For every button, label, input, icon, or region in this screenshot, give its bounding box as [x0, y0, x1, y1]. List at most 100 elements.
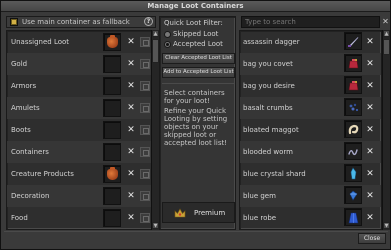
- container-slot[interactable]: [103, 143, 121, 161]
- item-name: basalt crumbs: [243, 104, 293, 112]
- open-container-icon[interactable]: [140, 103, 150, 113]
- loot-item-row[interactable]: basalt crumbs ✕: [240, 97, 381, 119]
- loot-item-row[interactable]: assassin dagger ✕: [240, 31, 381, 53]
- skipped-loot-label[interactable]: Skipped Loot: [173, 30, 218, 38]
- category-name: Amulets: [11, 104, 40, 112]
- category-name: Boots: [11, 126, 31, 134]
- accepted-loot-radio[interactable]: [164, 41, 171, 48]
- clear-list-button[interactable]: Clear Accepted Loot List: [162, 53, 235, 64]
- container-slot[interactable]: [103, 55, 121, 73]
- item-slot: [344, 142, 362, 160]
- item-slot: [344, 120, 362, 138]
- close-button[interactable]: Close: [358, 233, 386, 244]
- bag-icon: [107, 35, 118, 48]
- scrollbar-thumb[interactable]: [152, 39, 159, 63]
- remove-container-icon[interactable]: ✕: [126, 169, 136, 179]
- loot-item-row[interactable]: blooded worm ✕: [240, 141, 381, 163]
- item-slot: [344, 32, 362, 50]
- scroll-up-icon[interactable]: ▲: [152, 30, 159, 37]
- remove-item-icon[interactable]: ✕: [365, 103, 375, 113]
- maggot-icon: [348, 124, 359, 135]
- loot-item-row[interactable]: bag you covet ✕: [240, 53, 381, 75]
- container-slot[interactable]: [103, 77, 121, 95]
- remove-container-icon[interactable]: ✕: [126, 59, 136, 69]
- add-to-list-button[interactable]: Add to Accepted Loot List: [162, 67, 235, 78]
- remove-container-icon[interactable]: ✕: [126, 213, 136, 223]
- crumbs-icon: [349, 103, 359, 112]
- fallback-label: Use main container as fallback: [22, 18, 130, 26]
- open-container-icon[interactable]: [140, 191, 150, 201]
- category-row[interactable]: Creature Products ✕: [7, 163, 158, 185]
- loot-item-row[interactable]: blue gem ✕: [240, 185, 381, 207]
- scroll-down-icon[interactable]: ▼: [152, 222, 159, 229]
- open-container-icon[interactable]: [140, 213, 150, 223]
- container-slot[interactable]: [103, 209, 121, 227]
- worm-icon: [348, 149, 358, 156]
- bag-icon: [348, 59, 359, 69]
- remove-item-icon[interactable]: ✕: [365, 147, 375, 157]
- category-row[interactable]: Amulets ✕: [7, 97, 158, 119]
- item-list: assassin dagger ✕ bag you covet ✕ bag you de…: [239, 30, 382, 230]
- search-input[interactable]: [241, 16, 380, 28]
- item-scrollbar[interactable]: ▲ ▼: [382, 30, 390, 230]
- skipped-loot-radio[interactable]: [164, 31, 171, 38]
- container-slot[interactable]: [103, 187, 121, 205]
- clear-search-icon[interactable]: ✕: [381, 17, 390, 27]
- premium-crown-icon: [174, 208, 186, 218]
- loot-item-row[interactable]: blue robe ✕: [240, 207, 381, 229]
- item-name: blue gem: [243, 192, 276, 200]
- item-slot: [344, 208, 362, 226]
- remove-container-icon[interactable]: ✕: [126, 103, 136, 113]
- scroll-up-icon[interactable]: ▲: [383, 30, 390, 37]
- remove-item-icon[interactable]: ✕: [365, 59, 375, 69]
- gem-icon: [349, 190, 358, 201]
- category-name: Gold: [11, 60, 28, 68]
- category-row[interactable]: Food ✕: [7, 207, 158, 229]
- robe-icon: [348, 212, 359, 224]
- container-slot[interactable]: [103, 165, 121, 183]
- open-container-icon[interactable]: [140, 37, 150, 47]
- remove-container-icon[interactable]: ✕: [126, 191, 136, 201]
- item-slot: [344, 98, 362, 116]
- scroll-down-icon[interactable]: ▼: [383, 222, 390, 229]
- open-container-icon[interactable]: [140, 169, 150, 179]
- fallback-option[interactable]: Use main container as fallback: [6, 16, 156, 28]
- remove-container-icon[interactable]: ✕: [126, 81, 136, 91]
- remove-container-icon[interactable]: ✕: [126, 147, 136, 157]
- item-name: blooded worm: [243, 148, 293, 156]
- remove-item-icon[interactable]: ✕: [365, 191, 375, 201]
- container-slot[interactable]: [103, 99, 121, 117]
- fallback-checkbox[interactable]: [10, 18, 18, 26]
- item-slot: [344, 54, 362, 72]
- remove-item-icon[interactable]: ✕: [365, 169, 375, 179]
- open-container-icon[interactable]: [140, 147, 150, 157]
- loot-item-row[interactable]: bag you desire ✕: [240, 75, 381, 97]
- category-row[interactable]: Boots ✕: [7, 119, 158, 141]
- scrollbar-thumb[interactable]: [383, 39, 390, 55]
- remove-item-icon[interactable]: ✕: [365, 213, 375, 223]
- select-hint-text: Select containers for your loot!: [164, 89, 225, 105]
- loot-item-row[interactable]: bloated maggot ✕: [240, 119, 381, 141]
- category-row[interactable]: Gold ✕: [7, 53, 158, 75]
- category-scrollbar[interactable]: ▲ ▼: [151, 30, 159, 230]
- remove-item-icon[interactable]: ✕: [365, 37, 375, 47]
- accepted-loot-label[interactable]: Accepted Loot: [173, 40, 223, 48]
- footer-divider: [4, 231, 388, 232]
- window-title: Manage Loot Containers: [1, 1, 390, 12]
- open-container-icon[interactable]: [140, 59, 150, 69]
- open-container-icon[interactable]: [140, 81, 150, 91]
- info-icon[interactable]: ?: [144, 17, 153, 26]
- container-slot[interactable]: [103, 121, 121, 139]
- category-row[interactable]: Containers ✕: [7, 141, 158, 163]
- category-row[interactable]: Decoration ✕: [7, 185, 158, 207]
- loot-item-row[interactable]: blue crystal shard ✕: [240, 163, 381, 185]
- remove-item-icon[interactable]: ✕: [365, 125, 375, 135]
- remove-item-icon[interactable]: ✕: [365, 81, 375, 91]
- remove-container-icon[interactable]: ✕: [126, 37, 136, 47]
- remove-container-icon[interactable]: ✕: [126, 125, 136, 135]
- container-slot[interactable]: [103, 33, 121, 51]
- premium-label: Premium: [194, 209, 226, 217]
- open-container-icon[interactable]: [140, 125, 150, 135]
- category-row[interactable]: Unassigned Loot ✕: [7, 31, 158, 53]
- category-row[interactable]: Armors ✕: [7, 75, 158, 97]
